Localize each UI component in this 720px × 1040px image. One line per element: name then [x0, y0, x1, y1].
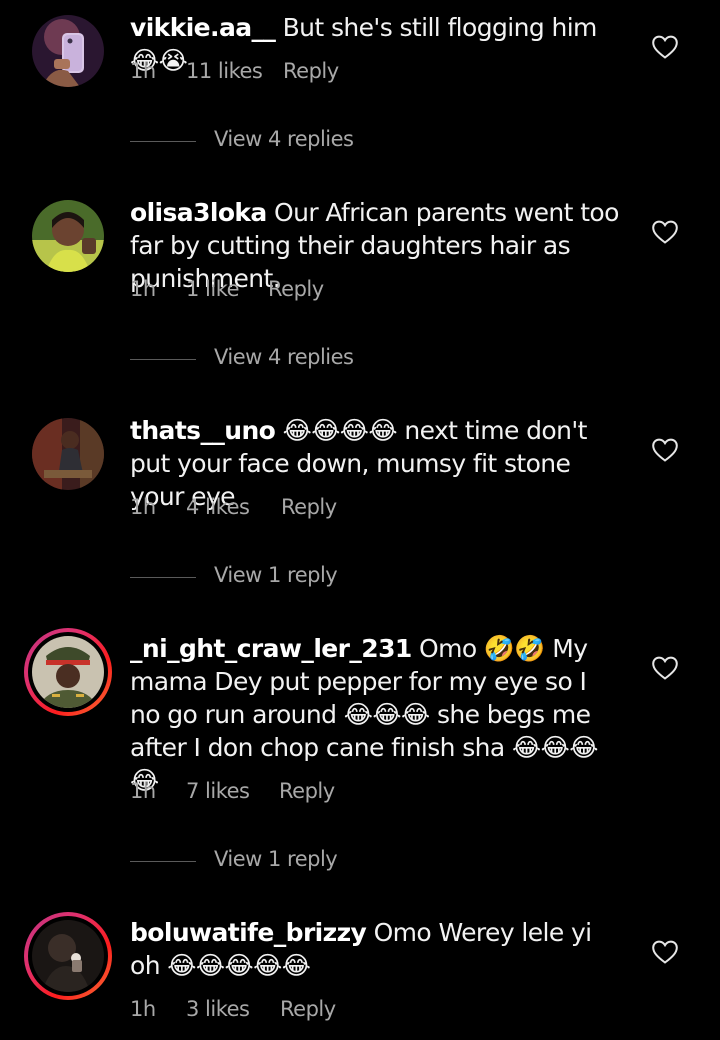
reply-button[interactable]: Reply — [268, 277, 324, 301]
timestamp: 1h — [130, 277, 156, 301]
view-replies-label: View 4 replies — [214, 345, 354, 369]
heart-outline-icon[interactable] — [652, 940, 678, 964]
comment-text: _ni_ght_craw_ler_231 Omo 🤣🤣 My mama Dey … — [130, 632, 620, 797]
likes-count[interactable]: 7 likes — [186, 779, 250, 803]
username-link[interactable]: thats__uno — [130, 416, 276, 445]
avatar[interactable] — [32, 200, 104, 272]
view-replies-button[interactable]: View 1 reply — [130, 847, 450, 877]
timestamp: 1h — [130, 495, 156, 519]
replies-divider — [130, 141, 196, 142]
avatar-story-ring[interactable] — [24, 628, 112, 716]
username-link[interactable]: olisa3loka — [130, 198, 267, 227]
view-replies-label: View 1 reply — [214, 847, 338, 871]
avatar-story-ring[interactable] — [24, 912, 112, 1000]
reply-button[interactable]: Reply — [279, 779, 335, 803]
comment-text: boluwatife_brizzy Omo Werey lele yi oh 😂… — [130, 916, 620, 982]
timestamp: 1h — [130, 997, 156, 1021]
likes-count[interactable]: 4 likes — [186, 495, 250, 519]
replies-divider — [130, 359, 196, 360]
username-link[interactable]: boluwatife_brizzy — [130, 918, 367, 947]
likes-count[interactable]: 1 like — [186, 277, 240, 301]
view-replies-button[interactable]: View 1 reply — [130, 563, 450, 593]
comment-item: vikkie.aa__ But she's still flogging him… — [0, 0, 720, 170]
avatar[interactable] — [32, 15, 104, 87]
timestamp: 1h — [130, 779, 156, 803]
view-replies-button[interactable]: View 4 replies — [130, 345, 450, 375]
avatar[interactable] — [32, 418, 104, 490]
likes-count[interactable]: 3 likes — [186, 997, 250, 1021]
username-link[interactable]: _ni_ght_craw_ler_231 — [130, 634, 412, 663]
reply-button[interactable]: Reply — [280, 997, 336, 1021]
avatar-ring-gap — [28, 632, 108, 712]
heart-outline-icon[interactable] — [652, 656, 678, 680]
username-link[interactable]: vikkie.aa__ — [130, 13, 276, 42]
reply-button[interactable]: Reply — [283, 59, 339, 83]
view-replies-label: View 1 reply — [214, 563, 338, 587]
heart-outline-icon[interactable] — [652, 438, 678, 462]
view-replies-label: View 4 replies — [214, 127, 354, 151]
avatar — [32, 920, 104, 992]
avatar — [32, 636, 104, 708]
avatar-ring-gap — [28, 916, 108, 996]
replies-divider — [130, 577, 196, 578]
reply-button[interactable]: Reply — [281, 495, 337, 519]
view-replies-button[interactable]: View 4 replies — [130, 127, 450, 157]
comment-item: boluwatife_brizzy Omo Werey lele yi oh 😂… — [0, 0, 720, 1021]
heart-outline-icon[interactable] — [652, 220, 678, 244]
heart-outline-icon[interactable] — [652, 35, 678, 59]
timestamp: 1h — [130, 59, 156, 83]
likes-count[interactable]: 11 likes — [186, 59, 263, 83]
replies-divider — [130, 861, 196, 862]
